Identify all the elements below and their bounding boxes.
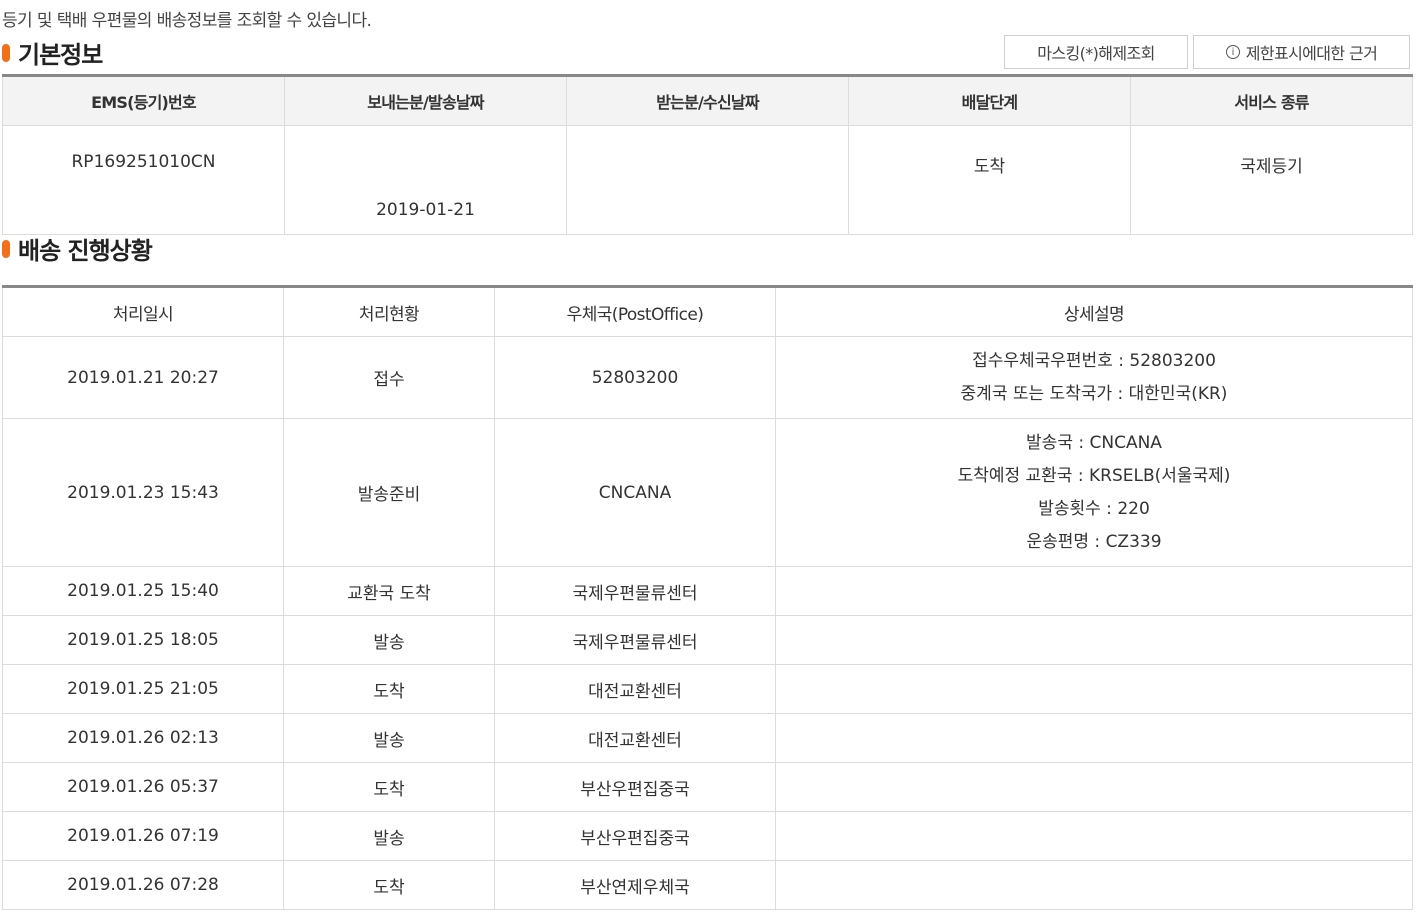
row-office: 부산우편집중국 bbox=[494, 762, 776, 812]
basic-info-title: 기본정보 bbox=[2, 35, 103, 70]
restriction-reason-label: 제한표시에대한 근거 bbox=[1245, 44, 1378, 63]
row-office: 국제우편물류센터 bbox=[494, 615, 776, 665]
basic-info-table: EMS(등기)번호 보내는분/발송날짜 받는분/수신날짜 배달단계 서비스 종류… bbox=[2, 74, 1413, 235]
header-service-type: 서비스 종류 bbox=[1130, 75, 1413, 126]
table-row: 2019.01.26 05:37 도착 부산우편집중국 bbox=[2, 762, 1413, 812]
receiver-info bbox=[566, 125, 849, 235]
row-status: 발송 bbox=[283, 713, 495, 763]
title-bullet-icon bbox=[2, 43, 10, 62]
row-details bbox=[775, 566, 1413, 616]
row-office: 부산연제우체국 bbox=[494, 860, 776, 910]
intro-text: 등기 및 택배 우편물의 배송정보를 조회할 수 있습니다. bbox=[2, 11, 372, 31]
service-type: 국제등기 bbox=[1130, 125, 1413, 235]
detail-line: 접수우체국우편번호 : 52803200 bbox=[972, 350, 1216, 371]
row-datetime: 2019.01.26 05:37 bbox=[2, 762, 284, 812]
basic-info-row: RP169251010CN 2019-01-21 도착 국제등기 bbox=[2, 125, 1413, 235]
row-status: 발송준비 bbox=[283, 418, 495, 567]
basic-info-title-text: 기본정보 bbox=[18, 41, 103, 69]
row-office: 대전교환센터 bbox=[494, 664, 776, 714]
row-datetime: 2019.01.25 15:40 bbox=[2, 566, 284, 616]
detail-line: 중계국 또는 도착국가 : 대한민국(KR) bbox=[960, 383, 1228, 404]
title-bullet-icon bbox=[2, 239, 10, 258]
header-sender: 보내는분/발송날짜 bbox=[284, 75, 567, 126]
unmask-lookup-label: 마스킹(*)해제조회 bbox=[1037, 44, 1155, 63]
row-office: 52803200 bbox=[494, 336, 776, 419]
row-status: 접수 bbox=[283, 336, 495, 419]
info-icon: i bbox=[1225, 45, 1240, 59]
detail-line: 도착예정 교환국 : KRSELB(서울국제) bbox=[957, 465, 1231, 486]
unmask-lookup-button[interactable]: 마스킹(*)해제조회 bbox=[1004, 35, 1188, 69]
tracking-number: RP169251010CN bbox=[2, 125, 285, 235]
row-status: 발송 bbox=[283, 811, 495, 861]
table-row: 2019.01.21 20:27 접수 52803200 접수우체국우편번호 :… bbox=[2, 336, 1413, 419]
progress-table: 처리일시 처리현황 우체국(PostOffice) 상세설명 2019.01.2… bbox=[2, 285, 1413, 910]
row-details bbox=[775, 615, 1413, 665]
header-tracking-no: EMS(등기)번호 bbox=[2, 75, 285, 126]
header-delivery-stage: 배달단계 bbox=[848, 75, 1131, 126]
header-post-office: 우체국(PostOffice) bbox=[494, 286, 776, 337]
row-status: 도착 bbox=[283, 860, 495, 910]
row-details bbox=[775, 664, 1413, 714]
table-row: 2019.01.26 02:13 발송 대전교환센터 bbox=[2, 713, 1413, 763]
detail-line: 운송편명 : CZ339 bbox=[1026, 531, 1162, 552]
table-row: 2019.01.25 15:40 교환국 도착 국제우편물류센터 bbox=[2, 566, 1413, 616]
row-datetime: 2019.01.26 02:13 bbox=[2, 713, 284, 763]
header-receiver: 받는분/수신날짜 bbox=[566, 75, 849, 126]
table-row: 2019.01.26 07:28 도착 부산연제우체국 bbox=[2, 860, 1413, 910]
row-details bbox=[775, 811, 1413, 861]
restriction-reason-button[interactable]: i 제한표시에대한 근거 bbox=[1193, 35, 1410, 69]
header-status: 처리현황 bbox=[283, 286, 495, 337]
row-status: 도착 bbox=[283, 762, 495, 812]
progress-title-text: 배송 진행상황 bbox=[18, 237, 153, 265]
row-details bbox=[775, 860, 1413, 910]
row-status: 발송 bbox=[283, 615, 495, 665]
row-datetime: 2019.01.23 15:43 bbox=[2, 418, 284, 567]
progress-header-row: 처리일시 처리현황 우체국(PostOffice) 상세설명 bbox=[2, 286, 1413, 337]
table-row: 2019.01.25 18:05 발송 국제우편물류센터 bbox=[2, 615, 1413, 665]
row-office: CNCANA bbox=[494, 418, 776, 567]
table-row: 2019.01.26 07:19 발송 부산우편집중국 bbox=[2, 811, 1413, 861]
row-datetime: 2019.01.25 18:05 bbox=[2, 615, 284, 665]
row-office: 부산우편집중국 bbox=[494, 811, 776, 861]
row-datetime: 2019.01.26 07:28 bbox=[2, 860, 284, 910]
detail-line: 발송국 : CNCANA bbox=[1026, 432, 1162, 453]
row-details bbox=[775, 713, 1413, 763]
row-details bbox=[775, 762, 1413, 812]
row-datetime: 2019.01.26 07:19 bbox=[2, 811, 284, 861]
delivery-stage: 도착 bbox=[848, 125, 1131, 235]
table-row: 2019.01.23 15:43 발송준비 CNCANA 발송국 : CNCAN… bbox=[2, 418, 1413, 567]
detail-line: 발송횟수 : 220 bbox=[1038, 498, 1150, 519]
progress-title: 배송 진행상황 bbox=[2, 231, 153, 266]
send-date: 2019-01-21 bbox=[284, 125, 567, 235]
header-datetime: 처리일시 bbox=[2, 286, 284, 337]
row-office: 대전교환센터 bbox=[494, 713, 776, 763]
row-details: 발송국 : CNCANA 도착예정 교환국 : KRSELB(서울국제) 발송횟… bbox=[775, 418, 1413, 567]
basic-info-header-row: EMS(등기)번호 보내는분/발송날짜 받는분/수신날짜 배달단계 서비스 종류 bbox=[2, 75, 1413, 126]
row-status: 도착 bbox=[283, 664, 495, 714]
row-details: 접수우체국우편번호 : 52803200 중계국 또는 도착국가 : 대한민국(… bbox=[775, 336, 1413, 419]
row-office: 국제우편물류센터 bbox=[494, 566, 776, 616]
header-details: 상세설명 bbox=[775, 286, 1413, 337]
row-datetime: 2019.01.25 21:05 bbox=[2, 664, 284, 714]
row-status: 교환국 도착 bbox=[283, 566, 495, 616]
row-datetime: 2019.01.21 20:27 bbox=[2, 336, 284, 419]
table-row: 2019.01.25 21:05 도착 대전교환센터 bbox=[2, 664, 1413, 714]
